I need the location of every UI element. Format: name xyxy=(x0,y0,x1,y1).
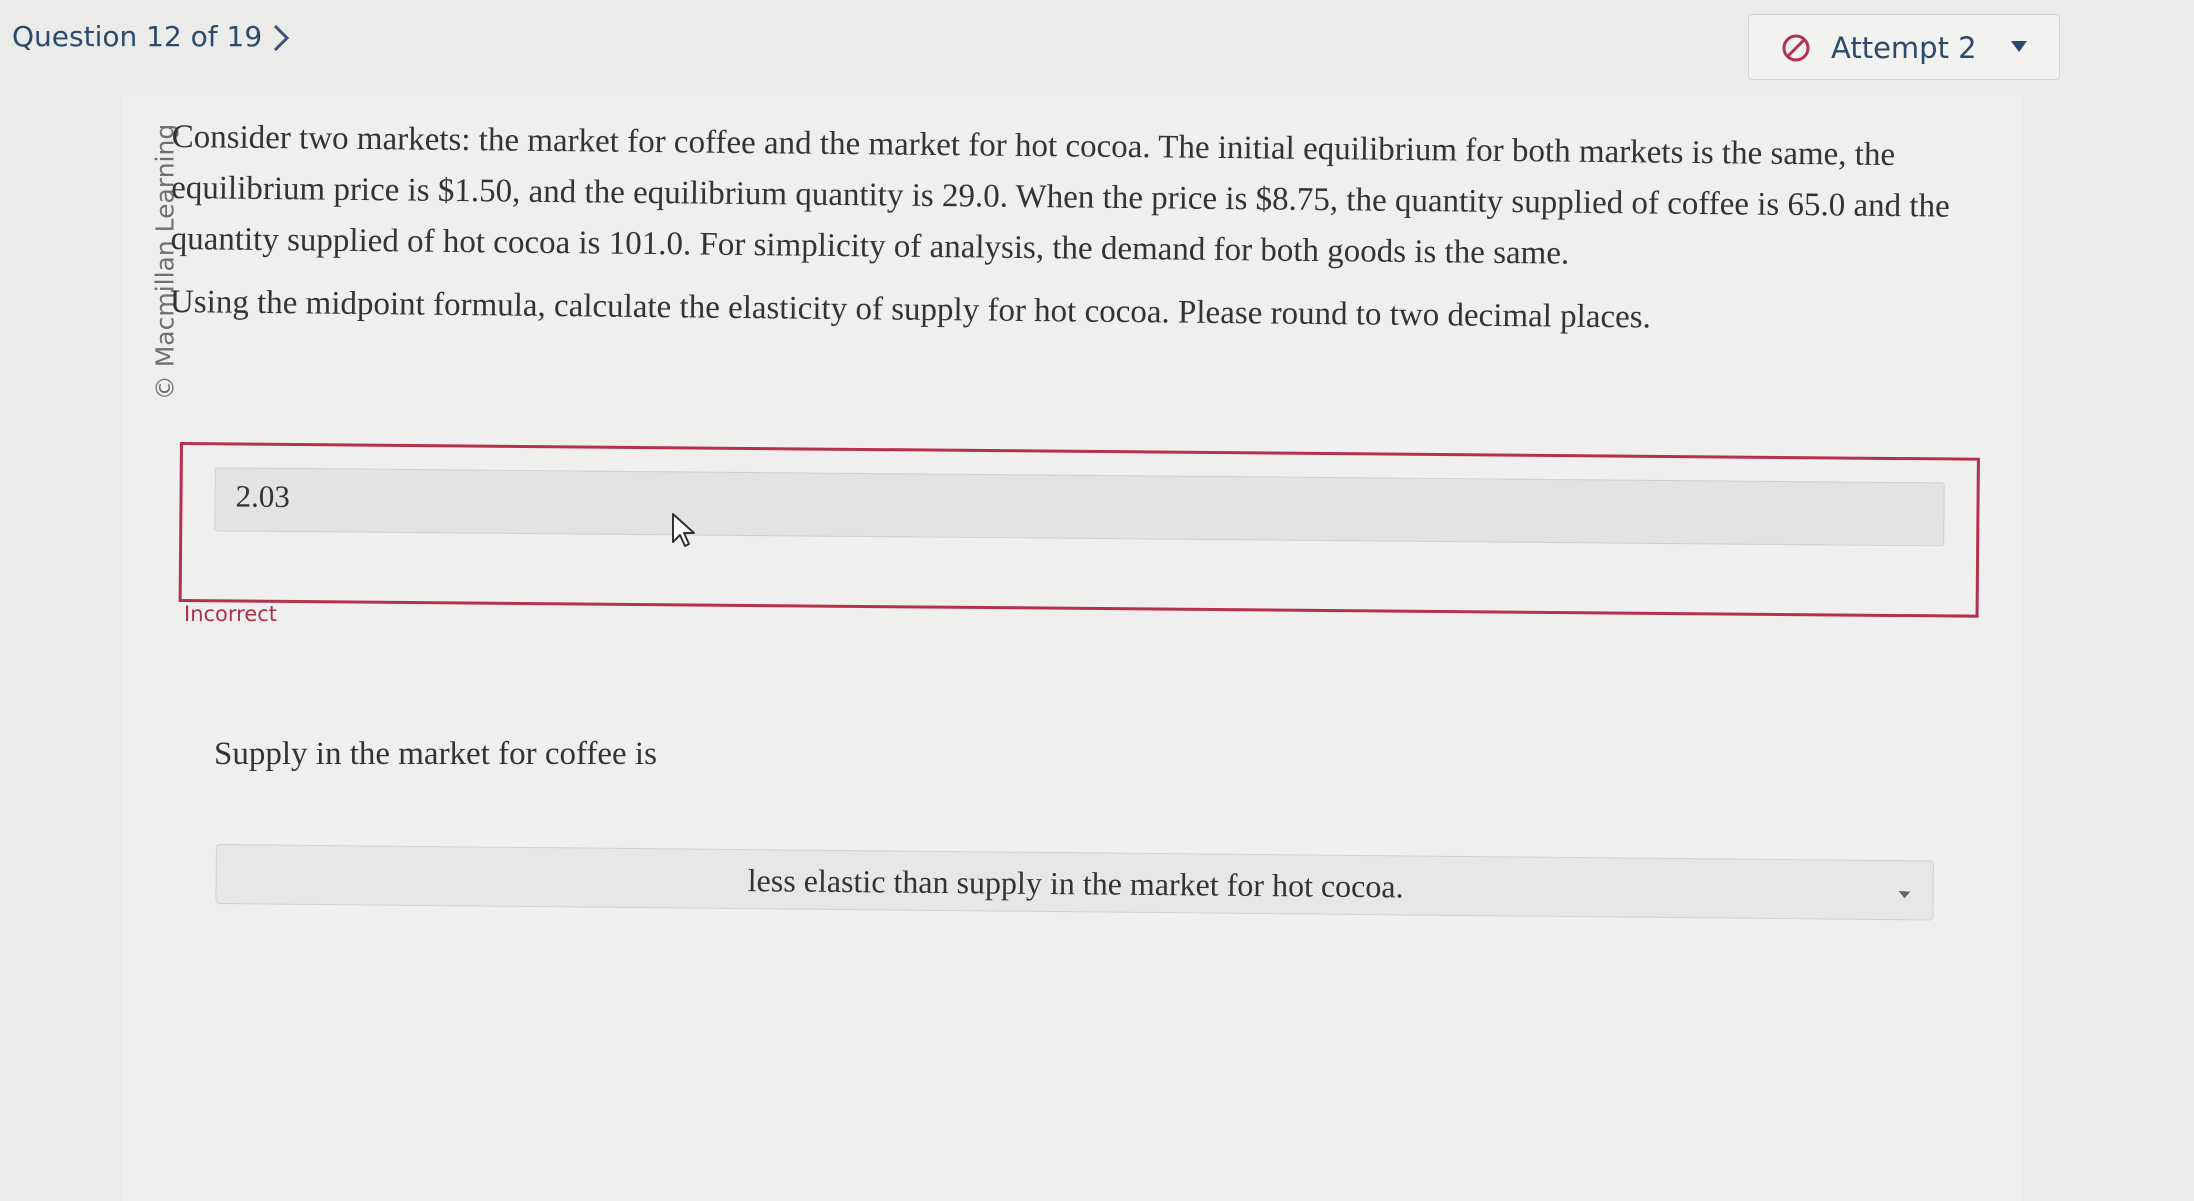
select-value: less elastic than supply in the market f… xyxy=(747,862,1404,905)
answer-container-incorrect: 2.03 xyxy=(178,442,1980,618)
select-caret-icon xyxy=(1898,891,1911,899)
answer-input[interactable]: 2.03 xyxy=(214,467,1945,547)
attempt-label: Attempt 2 xyxy=(1831,31,1977,65)
feedback-incorrect: Incorrect xyxy=(184,602,278,626)
question-counter: Question 12 of 19 xyxy=(12,20,263,53)
mouse-cursor-icon xyxy=(672,513,695,547)
next-question-button[interactable] xyxy=(266,18,296,58)
top-bar: Question 12 of 19 Attempt 2 xyxy=(0,0,2194,92)
question-stem: Consider two markets: the market for cof… xyxy=(170,112,1972,359)
question-paragraph-2: Using the midpoint formula, calculate th… xyxy=(169,283,1652,336)
attempt-dropdown[interactable]: Attempt 2 xyxy=(1748,14,2060,80)
prohibited-icon xyxy=(1782,34,1810,62)
question-paragraph-1: Consider two markets: the market for cof… xyxy=(170,118,1950,272)
caret-down-icon xyxy=(2011,41,2027,52)
part2-prompt: Supply in the market for coffee is xyxy=(214,736,657,772)
chevron-right-icon xyxy=(273,24,290,52)
